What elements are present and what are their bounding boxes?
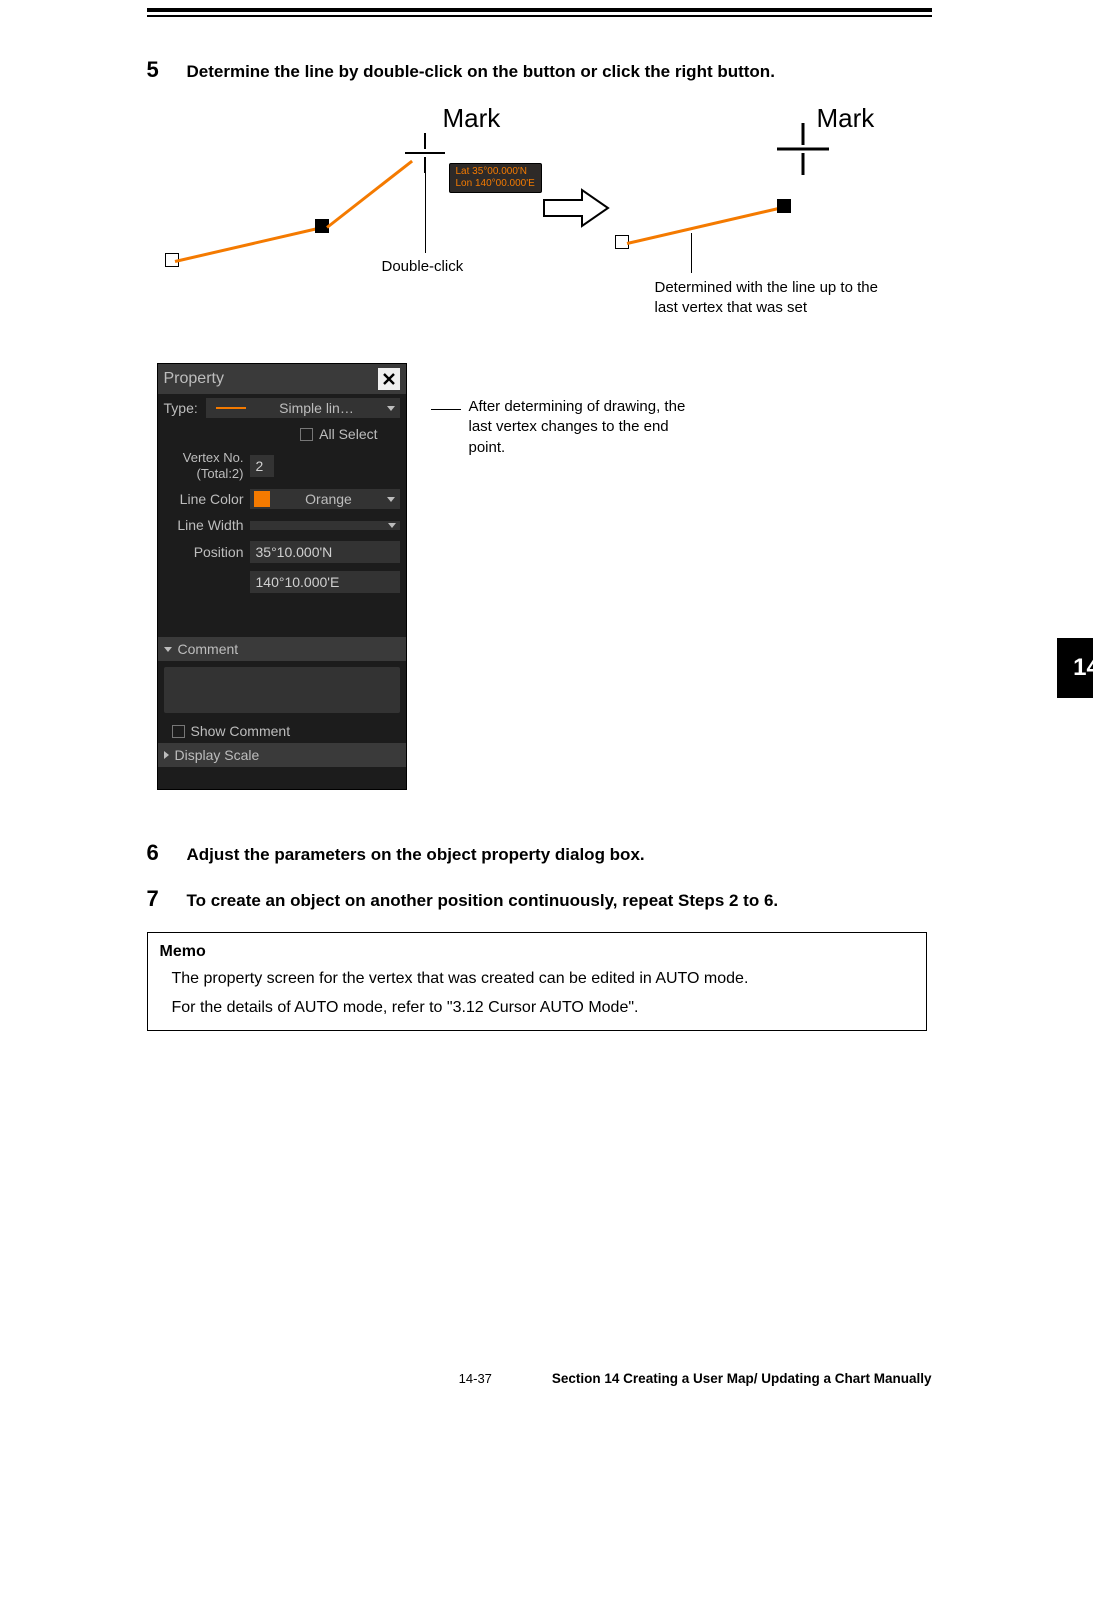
vertex-number-input[interactable]: 2: [250, 455, 274, 477]
annotation-text: After determining of drawing, the last v…: [469, 397, 709, 458]
step-number: 5: [147, 57, 169, 83]
coord-lat: Lat 35°00.000'N: [456, 166, 535, 178]
mark-label-left: Mark: [443, 103, 501, 134]
chapter-tab: 14: [1057, 638, 1093, 698]
all-select-checkbox[interactable]: [300, 428, 313, 441]
illustration: Mark Mark Lat 35°00.000'N Lon 140°00.000…: [157, 103, 937, 333]
comment-section-header[interactable]: Comment: [158, 637, 406, 661]
type-row: Type: Simple lin…: [158, 394, 406, 422]
step-number: 7: [147, 886, 169, 912]
all-select-row: All Select: [158, 422, 406, 446]
leader-line-double-click: [425, 173, 426, 253]
display-scale-section-header[interactable]: Display Scale: [158, 743, 406, 767]
line-seg-left-2: [326, 160, 413, 229]
close-icon: [382, 372, 396, 386]
close-button[interactable]: [378, 368, 400, 390]
memo-box: Memo The property screen for the vertex …: [147, 932, 927, 1030]
vertex-row: Vertex No. (Total:2) 2: [158, 446, 406, 485]
position-lat-input[interactable]: 35°10.000'N: [250, 541, 400, 563]
step-7: 7 To create an object on another positio…: [147, 886, 957, 912]
vertex-label-line2: (Total:2): [164, 466, 244, 482]
coord-lon: Lon 140°00.000'E: [456, 178, 535, 190]
show-comment-checkbox[interactable]: [172, 725, 185, 738]
line-style-swatch: [216, 407, 246, 409]
show-comment-row: Show Comment: [158, 719, 406, 743]
type-select[interactable]: Simple lin…: [206, 398, 400, 418]
chevron-down-icon: [164, 647, 172, 652]
line-width-label: Line Width: [164, 517, 250, 533]
top-rule: [147, 8, 932, 17]
type-label: Type:: [164, 400, 206, 416]
line-color-select[interactable]: Orange: [250, 489, 400, 509]
cursor-crosshair-left: [405, 133, 445, 173]
annotation-leader-line: [431, 409, 461, 410]
step-6: 6 Adjust the parameters on the object pr…: [147, 840, 957, 866]
mark-crosshair-right: [777, 123, 829, 175]
line-seg-left-1: [174, 226, 321, 263]
type-value: Simple lin…: [279, 400, 354, 416]
display-scale-label: Display Scale: [175, 747, 260, 763]
line-color-row: Line Color Orange: [158, 485, 406, 513]
chevron-down-icon: [387, 406, 395, 411]
page-footer: 14-37 Section 14 Creating a User Map/ Up…: [147, 1371, 932, 1426]
comment-textarea[interactable]: [164, 667, 400, 713]
vertex-label: Vertex No. (Total:2): [164, 450, 250, 481]
vertex-label-line1: Vertex No.: [164, 450, 244, 466]
all-select-label: All Select: [319, 426, 377, 442]
color-swatch: [254, 491, 270, 507]
determined-caption: Determined with the line up to the last …: [655, 278, 905, 317]
step-text: Adjust the parameters on the object prop…: [187, 845, 645, 865]
section-title: Section 14 Creating a User Map/ Updating…: [552, 1371, 932, 1386]
position-row-lat: Position 35°10.000'N: [158, 537, 406, 567]
memo-line-1: The property screen for the vertex that …: [172, 967, 914, 990]
page-number: 14-37: [459, 1371, 492, 1386]
position-row-lon: 140°10.000'E: [158, 567, 406, 597]
coordinate-tooltip: Lat 35°00.000'N Lon 140°00.000'E: [449, 163, 542, 193]
property-dialog: Property Type: Simple lin… All Select: [157, 363, 407, 790]
line-seg-right: [626, 206, 783, 245]
chevron-right-icon: [164, 751, 169, 759]
chevron-down-icon: [387, 497, 395, 502]
show-comment-label: Show Comment: [191, 723, 291, 739]
line-color-value: Orange: [305, 491, 352, 507]
property-title: Property: [164, 370, 224, 388]
position-lon-input[interactable]: 140°10.000'E: [250, 571, 400, 593]
line-width-select[interactable]: [250, 521, 400, 530]
position-label: Position: [164, 544, 250, 560]
end-vertex-right: [777, 199, 791, 213]
step-number: 6: [147, 840, 169, 866]
property-titlebar: Property: [158, 364, 406, 394]
step-text: Determine the line by double-click on th…: [187, 62, 775, 82]
step-5: 5 Determine the line by double-click on …: [147, 57, 957, 83]
chevron-down-icon: [388, 523, 396, 528]
step-text: To create an object on another position …: [187, 891, 779, 911]
line-color-label: Line Color: [164, 491, 250, 507]
double-click-caption: Double-click: [382, 258, 464, 275]
comment-header-label: Comment: [178, 641, 239, 657]
leader-line-right: [691, 233, 692, 273]
transition-arrow-icon: [542, 188, 612, 228]
memo-title: Memo: [160, 943, 914, 961]
memo-line-2: For the details of AUTO mode, refer to "…: [172, 996, 914, 1019]
line-width-row: Line Width: [158, 513, 406, 537]
